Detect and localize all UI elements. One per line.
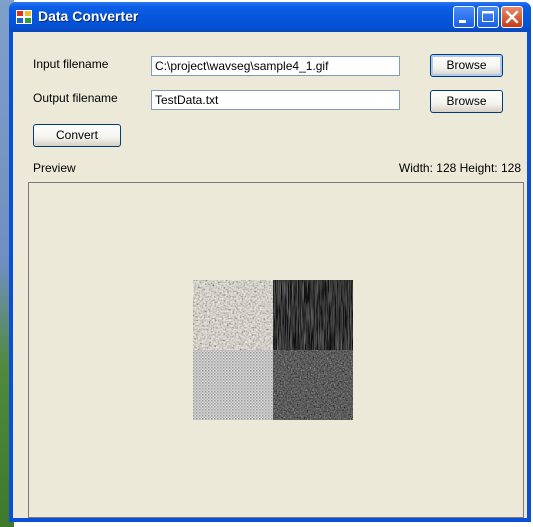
convert-button[interactable]: Convert (33, 124, 121, 147)
preview-panel (28, 182, 524, 518)
output-filename-field[interactable]: TestData.txt (151, 90, 400, 110)
app-window: Data Converter Input filename C:\project… (9, 2, 531, 522)
input-filename-label: Input filename (33, 57, 109, 71)
app-icon (16, 10, 32, 24)
preview-label: Preview (33, 161, 76, 175)
close-icon (505, 10, 519, 24)
minimize-icon (459, 20, 466, 23)
close-button[interactable] (501, 6, 523, 28)
title-bar[interactable]: Data Converter (9, 2, 531, 32)
minimize-button[interactable] (453, 6, 475, 28)
window-title: Data Converter (38, 8, 139, 24)
image-dimensions-text: Width: 128 Height: 128 (398, 161, 521, 175)
output-filename-label: Output filename (33, 91, 118, 105)
client-area: Input filename C:\project\wavseg\sample4… (13, 32, 527, 518)
preview-image (193, 280, 353, 420)
input-filename-field[interactable]: C:\project\wavseg\sample4_1.gif (151, 56, 400, 76)
maximize-icon (482, 11, 494, 22)
input-browse-button[interactable]: Browse (430, 54, 503, 77)
maximize-button[interactable] (477, 6, 499, 28)
output-browse-button[interactable]: Browse (430, 90, 503, 113)
